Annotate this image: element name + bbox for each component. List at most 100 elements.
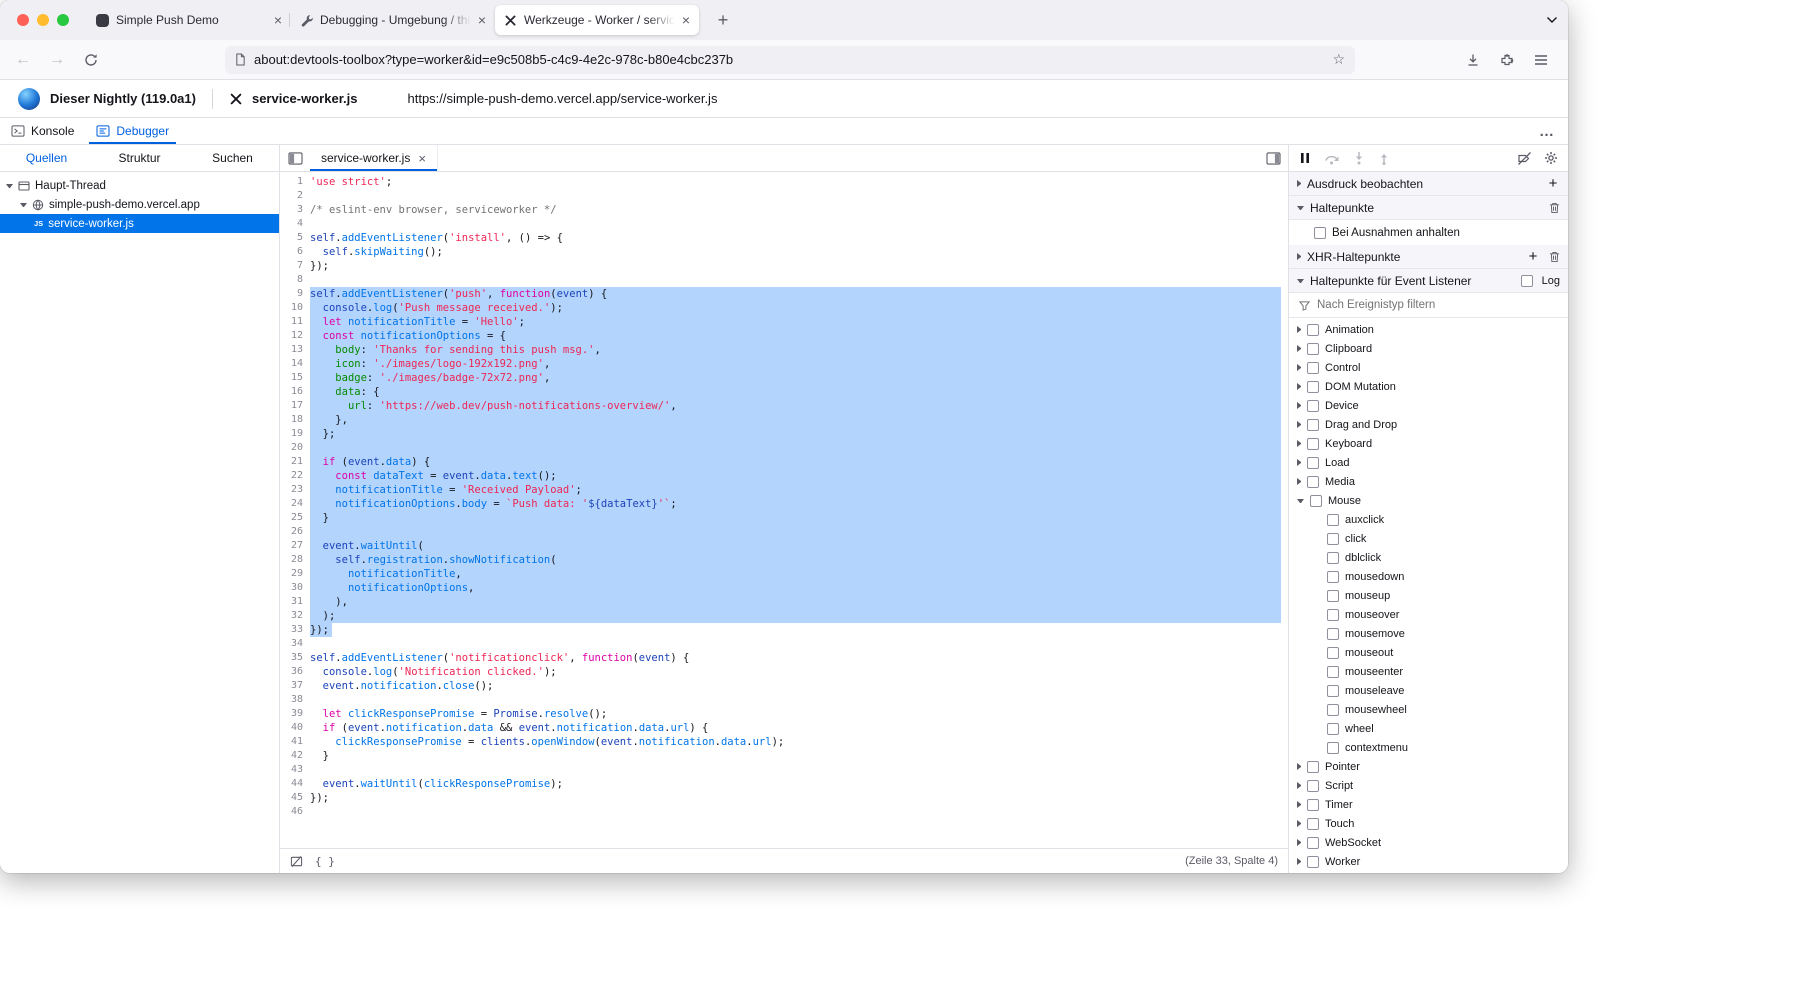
line-number[interactable]: 16 [280, 385, 310, 399]
code-line[interactable]: 30 notificationOptions, [280, 581, 1281, 595]
event-checkbox-device[interactable] [1307, 400, 1319, 412]
event-breakpoint-wheel[interactable]: wheel [1289, 719, 1568, 738]
back-button[interactable]: ← [8, 46, 38, 74]
line-number[interactable]: 13 [280, 343, 310, 357]
event-breakpoint-script[interactable]: Script [1289, 776, 1568, 795]
ignore-source-icon[interactable] [290, 855, 303, 868]
chevron-right-icon[interactable] [1297, 858, 1301, 865]
code-line[interactable]: 21 if (event.data) { [280, 455, 1281, 469]
event-checkbox-worker[interactable] [1307, 856, 1319, 868]
event-breakpoint-control[interactable]: Control [1289, 358, 1568, 377]
event-breakpoint-mousemove[interactable]: mousemove [1289, 624, 1568, 643]
line-number[interactable]: 41 [280, 735, 310, 749]
line-number[interactable]: 6 [280, 245, 310, 259]
event-checkbox-mousedown[interactable] [1327, 571, 1339, 583]
chevron-right-icon[interactable] [1297, 782, 1301, 789]
code-line[interactable]: 4 [280, 217, 1281, 231]
line-number[interactable]: 36 [280, 665, 310, 679]
code-line[interactable]: 16 data: { [280, 385, 1281, 399]
tree-item-simple-push-demo-vercel-app[interactable]: simple-push-demo.vercel.app [0, 195, 279, 214]
chevron-right-icon[interactable] [1297, 421, 1301, 428]
code-line[interactable]: 17 url: 'https://web.dev/push-notificati… [280, 399, 1281, 413]
code-line[interactable]: 38 [280, 693, 1281, 707]
line-number[interactable]: 35 [280, 651, 310, 665]
close-tab-icon[interactable]: × [274, 13, 282, 27]
event-checkbox-control[interactable] [1307, 362, 1319, 374]
debugger-settings-gear-icon[interactable] [1544, 151, 1558, 165]
code-line[interactable]: 42 } [280, 749, 1281, 763]
bookmark-star-icon[interactable]: ☆ [1332, 51, 1345, 68]
event-breakpoint-contextmenu[interactable]: contextmenu [1289, 738, 1568, 757]
tab-debugger[interactable]: Debugger [85, 118, 180, 144]
event-checkbox-script[interactable] [1307, 780, 1319, 792]
event-checkbox-mouseenter[interactable] [1327, 666, 1339, 678]
line-number[interactable]: 4 [280, 217, 310, 231]
browser-tab-debugging[interactable]: Debugging - Umgebung / this-f × [291, 5, 495, 35]
xhr-breakpoints-header[interactable]: XHR-Haltepunkte + [1289, 245, 1568, 269]
line-number[interactable]: 2 [280, 189, 310, 203]
add-xhr-breakpoint-button[interactable]: + [1526, 249, 1540, 264]
line-number[interactable]: 9 [280, 287, 310, 301]
chevron-right-icon[interactable] [1297, 801, 1301, 808]
chevron-right-icon[interactable] [1297, 839, 1301, 846]
chevron-right-icon[interactable] [1297, 820, 1301, 827]
code-line[interactable]: 29 notificationTitle, [280, 567, 1281, 581]
event-checkbox-media[interactable] [1307, 476, 1319, 488]
tab-struktur[interactable]: Struktur [93, 145, 186, 171]
event-breakpoint-touch[interactable]: Touch [1289, 814, 1568, 833]
line-number[interactable]: 28 [280, 553, 310, 567]
code-line[interactable]: 39 let clickResponsePromise = Promise.re… [280, 707, 1281, 721]
code-line[interactable]: 27 event.waitUntil( [280, 539, 1281, 553]
line-number[interactable]: 10 [280, 301, 310, 315]
chevron-right-icon[interactable] [1297, 459, 1301, 466]
downloads-icon[interactable] [1458, 46, 1488, 74]
line-number[interactable]: 18 [280, 413, 310, 427]
event-checkbox-animation[interactable] [1307, 324, 1319, 336]
event-checkbox-timer[interactable] [1307, 799, 1319, 811]
event-breakpoint-mouseout[interactable]: mouseout [1289, 643, 1568, 662]
event-checkbox-contextmenu[interactable] [1327, 742, 1339, 754]
chevron-right-icon[interactable] [1297, 440, 1301, 447]
add-watch-expression-button[interactable]: + [1546, 176, 1560, 191]
line-number[interactable]: 21 [280, 455, 310, 469]
event-checkbox-mousewheel[interactable] [1327, 704, 1339, 716]
browser-tab-devtools-worker[interactable]: Werkzeuge - Worker / service-w × [495, 5, 699, 35]
line-number[interactable]: 31 [280, 595, 310, 609]
code-line[interactable]: 15 badge: './images/badge-72x72.png', [280, 371, 1281, 385]
pause-on-exceptions-checkbox[interactable] [1314, 227, 1326, 239]
step-out-icon[interactable] [1378, 151, 1390, 165]
code-line[interactable]: 26 [280, 525, 1281, 539]
code-line[interactable]: 22 const dataText = event.data.text(); [280, 469, 1281, 483]
event-checkbox-clipboard[interactable] [1307, 343, 1319, 355]
event-checkbox-touch[interactable] [1307, 818, 1319, 830]
code-line[interactable]: 20 [280, 441, 1281, 455]
tab-quellen[interactable]: Quellen [0, 145, 93, 171]
event-checkbox-click[interactable] [1327, 533, 1339, 545]
event-checkbox-auxclick[interactable] [1327, 514, 1339, 526]
line-number[interactable]: 44 [280, 777, 310, 791]
event-breakpoint-click[interactable]: click [1289, 529, 1568, 548]
chevron-right-icon[interactable] [1297, 763, 1301, 770]
line-number[interactable]: 39 [280, 707, 310, 721]
code-line[interactable]: 23 notificationTitle = 'Received Payload… [280, 483, 1281, 497]
code-line[interactable]: 36 console.log('Notification clicked.'); [280, 665, 1281, 679]
chevron-right-icon[interactable] [1297, 402, 1301, 409]
event-breakpoint-load[interactable]: Load [1289, 453, 1568, 472]
line-number[interactable]: 11 [280, 315, 310, 329]
event-breakpoint-mouseup[interactable]: mouseup [1289, 586, 1568, 605]
remove-xhr-breakpoints-trash-icon[interactable] [1549, 251, 1560, 263]
line-number[interactable]: 8 [280, 273, 310, 287]
code-line[interactable]: 19 }; [280, 427, 1281, 441]
tab-suchen[interactable]: Suchen [186, 145, 279, 171]
line-number[interactable]: 34 [280, 637, 310, 651]
code-line[interactable]: 6 self.skipWaiting(); [280, 245, 1281, 259]
event-breakpoint-dblclick[interactable]: dblclick [1289, 548, 1568, 567]
line-number[interactable]: 46 [280, 805, 310, 819]
line-number[interactable]: 7 [280, 259, 310, 273]
pause-on-exceptions-row[interactable]: Bei Ausnahmen anhalten [1289, 220, 1568, 245]
deactivate-breakpoints-icon[interactable] [1517, 151, 1532, 166]
code-line[interactable]: 8 [280, 273, 1281, 287]
event-checkbox-drag-and-drop[interactable] [1307, 419, 1319, 431]
code-line[interactable]: 41 clickResponsePromise = clients.openWi… [280, 735, 1281, 749]
code-line[interactable]: 11 let notificationTitle = 'Hello'; [280, 315, 1281, 329]
